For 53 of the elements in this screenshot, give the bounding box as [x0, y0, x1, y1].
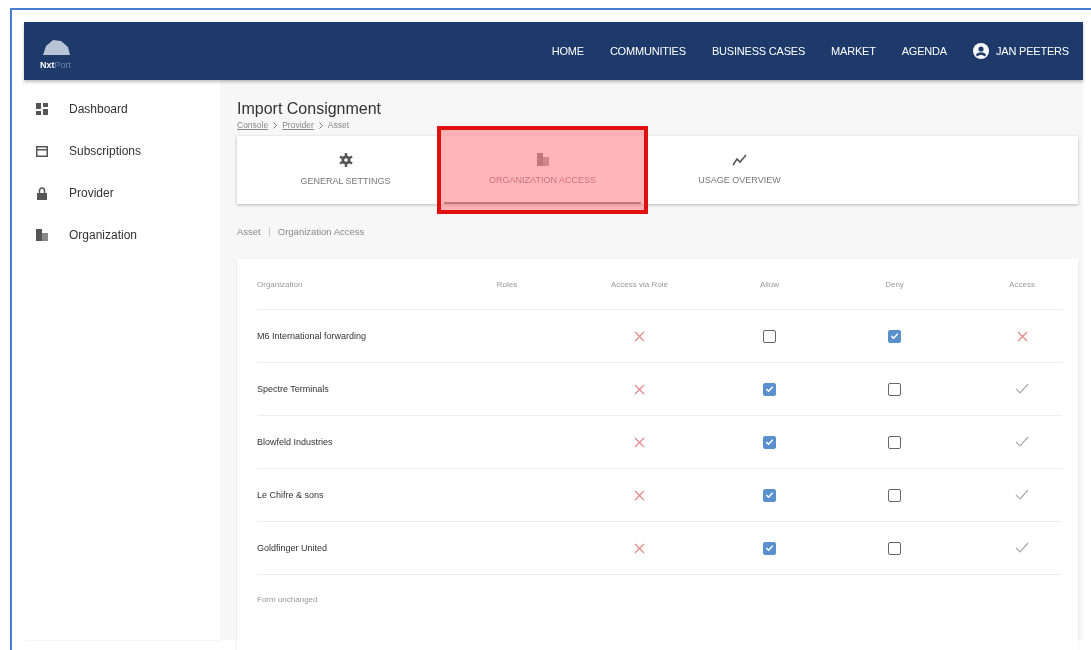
checkbox[interactable]: [763, 488, 776, 502]
chevron-icon: [318, 121, 323, 129]
checkbox[interactable]: [763, 329, 776, 343]
column-header: Access via Role: [610, 279, 669, 289]
tab[interactable]: USAGE OVERVIEW: [641, 136, 838, 204]
checkbox[interactable]: [888, 382, 901, 396]
nav-link[interactable]: MARKET: [831, 45, 876, 57]
form-status: Form unchanged: [257, 595, 319, 604]
column-header: Organization: [257, 279, 304, 289]
trend-icon: [731, 153, 748, 166]
checkbox[interactable]: [888, 541, 901, 555]
sidebar-item[interactable]: Provider: [24, 172, 220, 214]
user-icon: [973, 43, 989, 59]
table-cell-text: Goldfinger United: [257, 543, 329, 553]
dashboard-icon: [35, 103, 49, 115]
nav-link[interactable]: BUSINESS CASES: [711, 45, 806, 57]
checkbox[interactable]: [763, 541, 776, 555]
table-cell-text: M6 International forwarding: [257, 331, 368, 341]
column-header: Roles: [495, 279, 519, 289]
breadcrumb-link[interactable]: Console: [237, 120, 269, 130]
logo-text: NxtPort: [40, 60, 72, 70]
page-title: Import Consignment: [237, 100, 383, 118]
card-icon: [35, 145, 49, 157]
logo[interactable]: NxtPort: [40, 32, 72, 70]
table-cell-text: Spectre Terminals: [257, 384, 330, 394]
building-icon: [536, 153, 549, 166]
lock-icon: [35, 186, 49, 200]
table-cell-text: Le Chifre & sons: [257, 490, 325, 500]
settings-icon: [338, 152, 353, 167]
user-menu[interactable]: JAN PEETERS: [973, 43, 1069, 59]
breadcrumb-divider: [268, 226, 270, 237]
column-header: Deny: [884, 279, 905, 289]
chevron-icon: [273, 121, 278, 129]
sidebar-item[interactable]: Organization: [24, 214, 220, 256]
column-header: Allow: [758, 279, 781, 289]
breadcrumb-item: Organization Access: [277, 226, 365, 237]
sidebar-item[interactable]: Subscriptions: [24, 130, 220, 172]
nav-link[interactable]: HOME: [551, 45, 584, 57]
checkbox[interactable]: [763, 435, 776, 449]
checkbox[interactable]: [888, 329, 901, 343]
checkbox[interactable]: [888, 488, 901, 502]
column-header: Access: [1008, 279, 1036, 289]
breadcrumb-current: Asset: [327, 120, 350, 130]
sidebar-item[interactable]: Dashboard: [24, 88, 220, 130]
nav-link[interactable]: AGENDA: [901, 45, 947, 57]
breadcrumb-item: Asset: [237, 226, 261, 237]
checkbox[interactable]: [888, 435, 901, 449]
building-icon: [35, 229, 49, 241]
tab[interactable]: GENERAL SETTINGS: [247, 136, 444, 204]
table-cell-text: Blowfeld Industries: [257, 437, 334, 447]
checkbox[interactable]: [763, 382, 776, 396]
nav-link[interactable]: COMMUNITIES: [609, 45, 686, 57]
cloud-icon: [40, 38, 71, 56]
